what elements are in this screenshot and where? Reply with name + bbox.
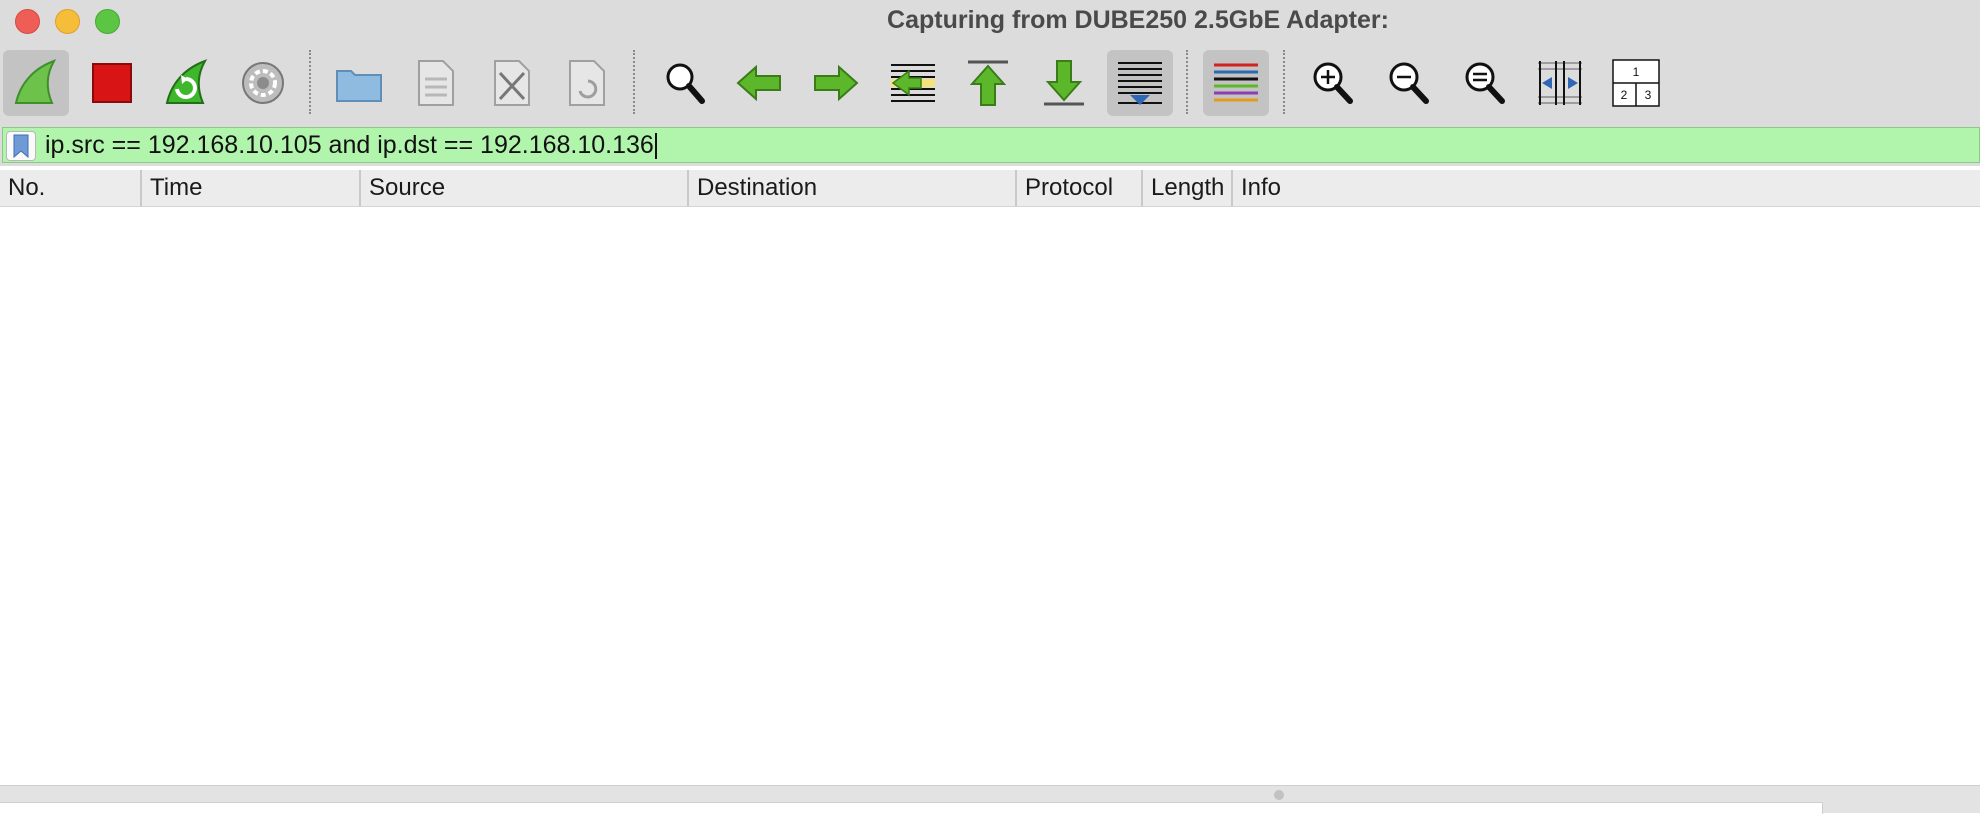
- filter-expression: ip.src == 192.168.10.105 and ip.dst == 1…: [45, 131, 654, 159]
- column-header-length[interactable]: Length: [1141, 170, 1231, 206]
- bookmark-icon: [13, 134, 29, 158]
- normal-size-button[interactable]: [1451, 50, 1517, 116]
- zoom-reset-icon: [1465, 62, 1505, 104]
- maximize-window-button[interactable]: [95, 9, 120, 34]
- splitter-handle[interactable]: [1274, 790, 1284, 800]
- packet-list-header: No. Time Source Destination Protocol Len…: [0, 170, 1980, 207]
- column-header-protocol[interactable]: Protocol: [1015, 170, 1141, 206]
- restart-capture-button[interactable]: [154, 50, 220, 116]
- gear-icon: [242, 62, 284, 104]
- binary-file-icon: [418, 60, 454, 106]
- go-to-packet-button[interactable]: [880, 50, 946, 116]
- zoom-in-button[interactable]: [1299, 50, 1365, 116]
- toolbar-separator: [1283, 50, 1285, 114]
- toolbar-separator: [309, 50, 311, 114]
- close-file-icon: [494, 60, 530, 106]
- column-header-no[interactable]: No.: [0, 170, 140, 206]
- colorize-button[interactable]: [1203, 50, 1269, 116]
- go-back-button[interactable]: [727, 50, 793, 116]
- stop-square-icon: [92, 63, 132, 103]
- jump-to-packet-icon: [891, 64, 935, 102]
- filter-bookmark-button[interactable]: [6, 131, 36, 161]
- arrow-left-icon: [736, 64, 781, 102]
- column-header-destination[interactable]: Destination: [687, 170, 1015, 206]
- colorize-lines-icon: [1214, 63, 1258, 102]
- zoom-out-icon: [1389, 62, 1429, 104]
- minimize-window-button[interactable]: [55, 9, 80, 34]
- layout-label-3: 3: [1645, 88, 1652, 102]
- close-window-button[interactable]: [15, 9, 40, 34]
- go-forward-button[interactable]: [802, 50, 868, 116]
- main-toolbar: 1 2 3: [0, 40, 1980, 126]
- resize-columns-icon: [1538, 61, 1582, 105]
- autoscroll-icon: [1118, 62, 1162, 105]
- toolbar-separator: [1186, 50, 1188, 114]
- open-file-button[interactable]: [326, 50, 392, 116]
- shark-fin-icon: [14, 59, 57, 104]
- reload-file-icon: [569, 60, 605, 106]
- pane-splitter[interactable]: [0, 785, 1980, 814]
- close-file-button[interactable]: [478, 50, 544, 116]
- filter-text-field[interactable]: ip.src == 192.168.10.105 and ip.dst == 1…: [45, 128, 657, 162]
- toolbar-separator: [633, 50, 635, 114]
- zoom-out-button[interactable]: [1375, 50, 1441, 116]
- arrow-up-bar-icon: [968, 60, 1008, 106]
- layout-label-2: 2: [1621, 88, 1628, 102]
- capture-options-button[interactable]: [230, 50, 296, 116]
- stop-capture-button[interactable]: [79, 50, 145, 116]
- display-filter-bar: ip.src == 192.168.10.105 and ip.dst == 1…: [0, 126, 1980, 166]
- folder-icon: [336, 70, 382, 102]
- save-file-button[interactable]: [402, 50, 468, 116]
- zoom-in-icon: [1313, 62, 1353, 104]
- magnifier-icon: [666, 63, 705, 104]
- reload-file-button[interactable]: [553, 50, 619, 116]
- title-bar: Capturing from DUBE250 2.5GbE Adapter: e…: [0, 0, 1980, 66]
- go-first-packet-button[interactable]: [955, 50, 1021, 116]
- display-filter-input[interactable]: ip.src == 192.168.10.105 and ip.dst == 1…: [2, 127, 1980, 163]
- arrow-down-bar-icon: [1044, 60, 1084, 106]
- layout-label-1: 1: [1633, 65, 1640, 79]
- arrow-right-icon: [814, 64, 859, 102]
- column-header-time[interactable]: Time: [140, 170, 359, 206]
- layout-button[interactable]: 1 2 3: [1603, 50, 1669, 116]
- find-packet-button[interactable]: [651, 50, 717, 116]
- packet-list[interactable]: [0, 207, 1980, 785]
- column-header-info[interactable]: Info: [1231, 170, 1980, 206]
- text-cursor: [654, 133, 657, 160]
- start-capture-button[interactable]: [3, 50, 69, 116]
- column-header-source[interactable]: Source: [359, 170, 687, 206]
- layout-123-icon: 1 2 3: [1612, 59, 1660, 107]
- go-last-packet-button[interactable]: [1031, 50, 1097, 116]
- packet-details-pane[interactable]: [0, 802, 1823, 814]
- auto-scroll-button[interactable]: [1107, 50, 1173, 116]
- resize-columns-button[interactable]: [1527, 50, 1593, 116]
- restart-fin-icon: [165, 59, 208, 104]
